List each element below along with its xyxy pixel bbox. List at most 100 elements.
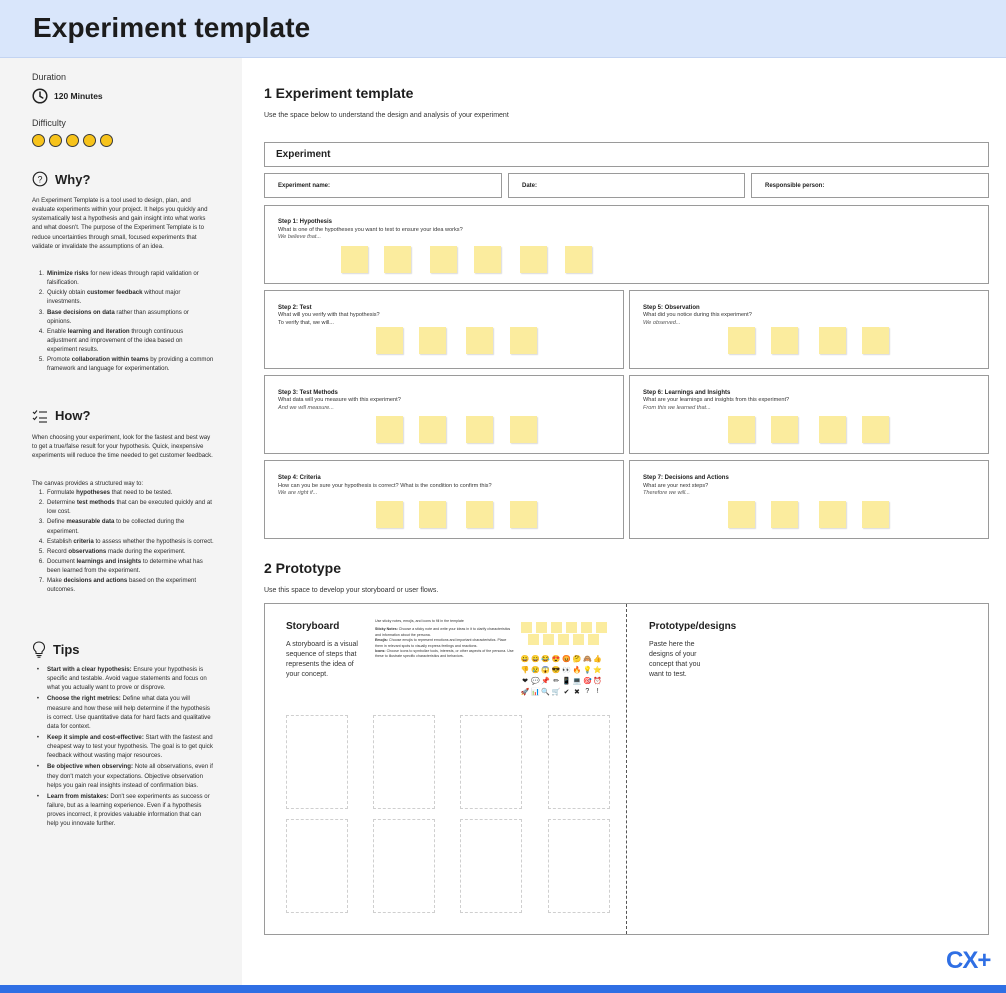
- sticky-note[interactable]: [771, 501, 798, 528]
- how-intro-2: The canvas provides a structured way to:: [32, 480, 144, 487]
- sticky-note[interactable]: [466, 501, 493, 528]
- list-item: 7. Make decisions and actions based on th…: [32, 576, 214, 594]
- sticky-note[interactable]: [510, 501, 537, 528]
- sticky-note[interactable]: [819, 416, 846, 443]
- icons-label: Icons:: [375, 648, 386, 653]
- sticky-note[interactable]: [862, 327, 889, 354]
- emoji-palette-item[interactable]: 😱: [541, 665, 551, 674]
- emoji-palette-item[interactable]: 👎: [520, 665, 530, 674]
- sticky-note[interactable]: [341, 246, 368, 273]
- sticky-note[interactable]: [376, 501, 403, 528]
- emoji-palette-item[interactable]: 📌: [541, 676, 551, 685]
- sticky-note[interactable]: [466, 416, 493, 443]
- sticky-palette-item[interactable]: [551, 622, 562, 633]
- step-5-observation-box[interactable]: Step 5: Observation What did you notice …: [629, 290, 989, 369]
- step-question: What are your next steps?: [643, 483, 709, 489]
- step-1-hypothesis-box[interactable]: Step 1: Hypothesis What is one of the hy…: [264, 205, 989, 284]
- sticky-palette-item[interactable]: [596, 622, 607, 633]
- emoji-palette-item[interactable]: ✏: [551, 676, 561, 685]
- responsible-person-field[interactable]: Responsible person:: [751, 173, 989, 198]
- emoji-palette-item[interactable]: 😎: [551, 665, 561, 674]
- sticky-palette-item[interactable]: [573, 634, 584, 645]
- emoji-palette-item[interactable]: ✔: [562, 687, 572, 696]
- step-6-learnings-box[interactable]: Step 6: Learnings and Insights What are …: [629, 375, 989, 454]
- emoji-palette-item[interactable]: 😄: [530, 654, 540, 663]
- experiment-name-field[interactable]: Experiment name:: [264, 173, 502, 198]
- emoji-palette-item[interactable]: ✖: [572, 687, 582, 696]
- sticky-note[interactable]: [510, 327, 537, 354]
- storyboard-frame[interactable]: [460, 819, 522, 913]
- sticky-palette-item[interactable]: [581, 622, 592, 633]
- experiment-box[interactable]: Experiment: [264, 142, 989, 167]
- sticky-palette-item[interactable]: [558, 634, 569, 645]
- emoji-palette-item[interactable]: 🔍: [541, 687, 551, 696]
- sticky-note[interactable]: [384, 246, 411, 273]
- sticky-palette-item[interactable]: [588, 634, 599, 645]
- storyboard-frame[interactable]: [548, 819, 610, 913]
- sticky-note[interactable]: [819, 501, 846, 528]
- emoji-palette-item[interactable]: 📊: [530, 687, 540, 696]
- list-number: 3.: [38, 518, 44, 526]
- storyboard-frame[interactable]: [460, 715, 522, 809]
- emoji-palette-item[interactable]: ⭐: [593, 665, 603, 674]
- emoji-palette-item[interactable]: 🚀: [520, 687, 530, 696]
- step-prompt: From this we learned that...: [643, 405, 711, 411]
- sticky-note[interactable]: [520, 246, 547, 273]
- storyboard-frame[interactable]: [286, 715, 348, 809]
- sticky-palette-item[interactable]: [543, 634, 554, 645]
- emoji-palette-item[interactable]: 🎯: [582, 676, 592, 685]
- step-7-decisions-box[interactable]: Step 7: Decisions and Actions What are y…: [629, 460, 989, 539]
- emoji-palette-item[interactable]: ⏰: [593, 676, 603, 685]
- date-field[interactable]: Date:: [508, 173, 745, 198]
- sticky-note[interactable]: [862, 501, 889, 528]
- sticky-note[interactable]: [419, 501, 446, 528]
- emoji-palette-item[interactable]: !: [593, 687, 603, 696]
- instructions-emojis: Emojis: Choose emojis to represent emoti…: [375, 638, 515, 649]
- storyboard-frame[interactable]: [286, 819, 348, 913]
- storyboard-frame[interactable]: [373, 715, 435, 809]
- emoji-palette-item[interactable]: ❤: [520, 676, 530, 685]
- sticky-note[interactable]: [728, 416, 755, 443]
- emoji-palette-item[interactable]: 😍: [551, 654, 561, 663]
- step-prompt: We are right if...: [278, 490, 318, 496]
- emoji-palette-item[interactable]: 💻: [572, 676, 582, 685]
- sticky-note[interactable]: [430, 246, 457, 273]
- emoji-palette-item[interactable]: 😀: [520, 654, 530, 663]
- sticky-note[interactable]: [728, 327, 755, 354]
- sticky-note[interactable]: [376, 416, 403, 443]
- emoji-palette-item[interactable]: 💡: [582, 665, 592, 674]
- sticky-palette-item[interactable]: [528, 634, 539, 645]
- sticky-palette-item[interactable]: [521, 622, 532, 633]
- emoji-palette-item[interactable]: 😂: [541, 654, 551, 663]
- sticky-note[interactable]: [376, 327, 403, 354]
- storyboard-frame[interactable]: [548, 715, 610, 809]
- emoji-palette-item[interactable]: 🙈: [582, 654, 592, 663]
- sticky-note[interactable]: [419, 327, 446, 354]
- sticky-note[interactable]: [474, 246, 501, 273]
- sticky-note[interactable]: [565, 246, 592, 273]
- storyboard-frame[interactable]: [373, 819, 435, 913]
- duration: 120 Minutes: [32, 88, 103, 104]
- sticky-note[interactable]: [466, 327, 493, 354]
- sticky-palette-item[interactable]: [566, 622, 577, 633]
- emoji-palette-item[interactable]: 😡: [562, 654, 572, 663]
- sticky-note[interactable]: [862, 416, 889, 443]
- emoji-palette-item[interactable]: 🤔: [572, 654, 582, 663]
- emoji-palette-item[interactable]: 📱: [562, 676, 572, 685]
- emoji-palette-item[interactable]: 💬: [530, 676, 540, 685]
- emoji-palette-item[interactable]: 👍: [593, 654, 603, 663]
- checklist-icon: [32, 409, 47, 423]
- difficulty-dot: [66, 134, 79, 147]
- emoji-palette-item[interactable]: 🛒: [551, 687, 561, 696]
- sticky-note[interactable]: [419, 416, 446, 443]
- emoji-palette-item[interactable]: 😢: [530, 665, 540, 674]
- emoji-palette-item[interactable]: 👀: [562, 665, 572, 674]
- emoji-palette-item[interactable]: ?: [582, 687, 592, 696]
- emoji-palette-item[interactable]: 🔥: [572, 665, 582, 674]
- sticky-palette-item[interactable]: [536, 622, 547, 633]
- sticky-note[interactable]: [771, 416, 798, 443]
- sticky-note[interactable]: [510, 416, 537, 443]
- sticky-note[interactable]: [728, 501, 755, 528]
- sticky-note[interactable]: [771, 327, 798, 354]
- sticky-note[interactable]: [819, 327, 846, 354]
